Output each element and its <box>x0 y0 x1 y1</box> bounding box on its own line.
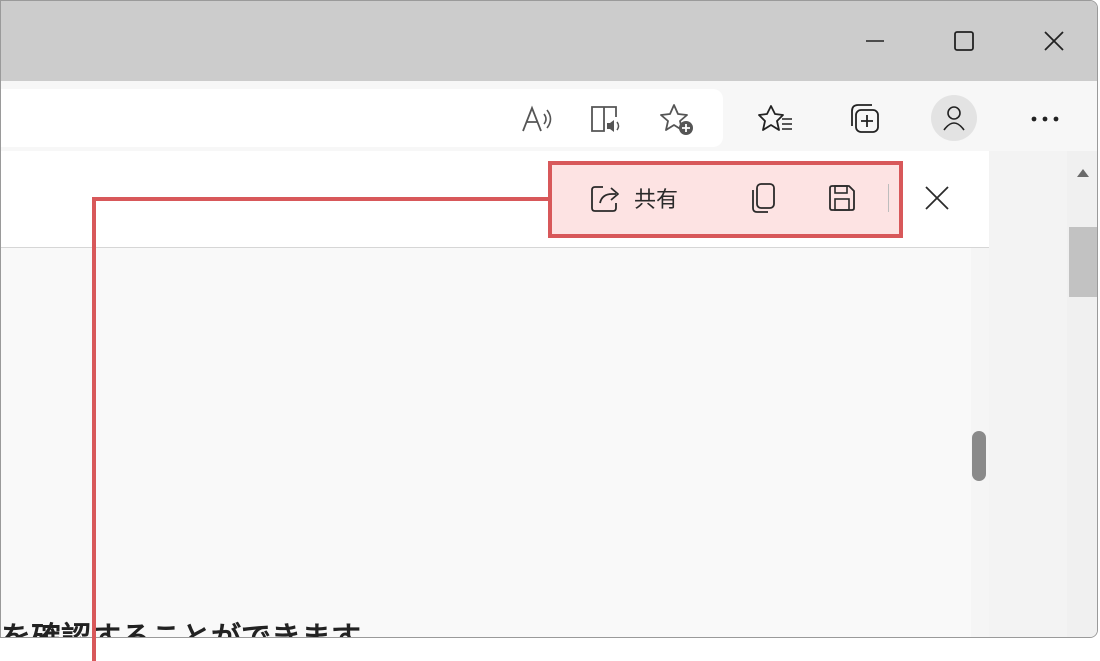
minimize-button[interactable] <box>845 15 905 67</box>
copy-icon <box>752 183 775 213</box>
save-icon <box>829 185 855 211</box>
browser-window: を確認することができます <box>0 0 1098 638</box>
share-icon <box>591 186 619 212</box>
capture-scrollbar-thumb[interactable] <box>972 431 986 481</box>
more-button[interactable] <box>1023 97 1067 141</box>
maximize-icon <box>954 31 974 51</box>
minimize-icon <box>866 40 884 42</box>
profile-button[interactable] <box>931 95 977 141</box>
add-favorite-icon <box>660 104 693 135</box>
close-icon <box>925 186 949 210</box>
scroll-up-arrow[interactable] <box>1077 169 1089 177</box>
immersive-reader-icon <box>591 106 620 132</box>
collections-icon <box>851 104 879 133</box>
close-icon <box>1044 31 1064 51</box>
copy-button[interactable] <box>744 178 784 218</box>
close-window-button[interactable] <box>1024 15 1084 67</box>
read-aloud-button[interactable] <box>515 97 559 141</box>
immersive-reader-button[interactable] <box>585 97 629 141</box>
callout-line-horizontal <box>92 197 550 201</box>
favorites-icon <box>758 105 792 131</box>
page-scrollbar[interactable] <box>1067 151 1097 637</box>
add-favorite-button[interactable] <box>655 97 699 141</box>
captured-page-area <box>1 248 971 637</box>
maximize-button[interactable] <box>934 15 994 67</box>
profile-icon <box>943 106 965 131</box>
save-button[interactable] <box>822 178 862 218</box>
title-bar <box>1 1 1097 81</box>
favorites-button[interactable] <box>755 97 799 141</box>
callout-line-vertical <box>92 197 96 661</box>
close-capture-button[interactable] <box>914 176 960 220</box>
panel-divider <box>888 184 889 212</box>
collections-button[interactable] <box>843 97 887 141</box>
page-partial-text: を確認することができます <box>1 619 361 637</box>
read-aloud-icon <box>522 105 552 132</box>
more-icon <box>1031 116 1059 122</box>
page-scrollbar-thumb[interactable] <box>1069 227 1097 297</box>
share-label: 共有 <box>634 188 679 213</box>
share-button[interactable]: 共有 <box>590 178 678 218</box>
